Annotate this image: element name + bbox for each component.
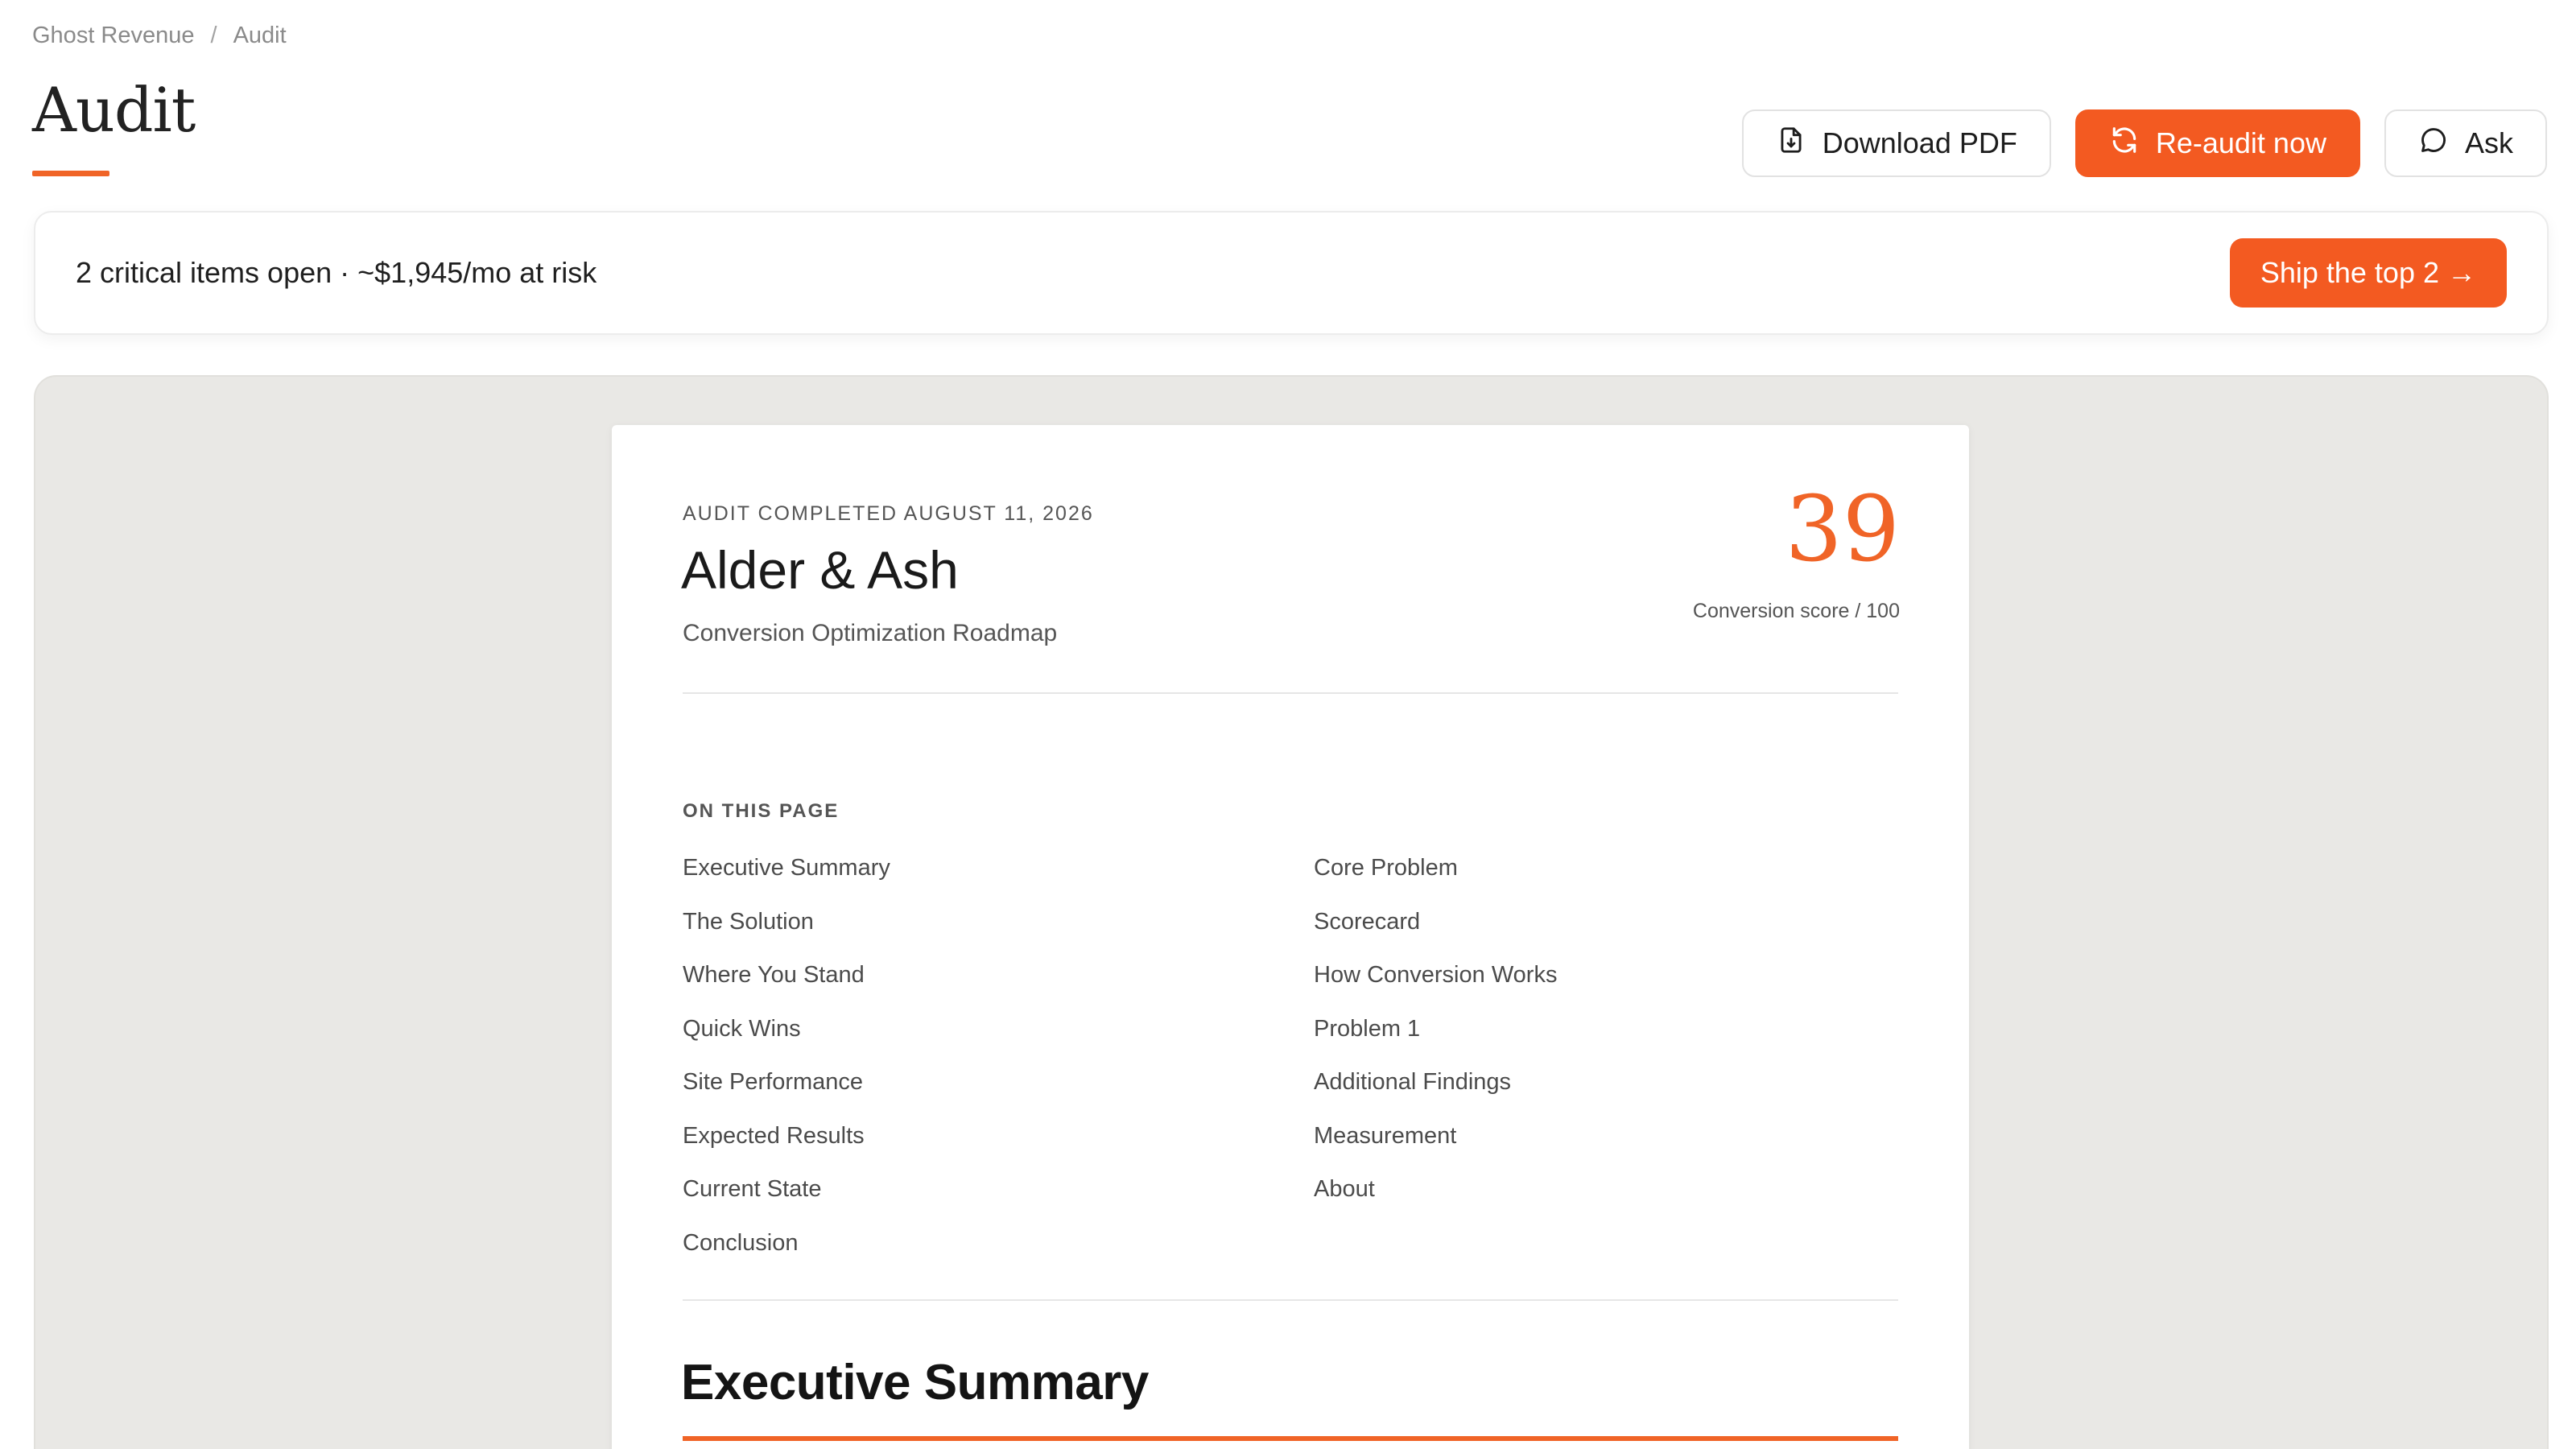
page-title: Audit: [32, 74, 196, 146]
breadcrumb-root-link[interactable]: Ghost Revenue: [32, 23, 195, 49]
refresh-icon: [2109, 125, 2140, 163]
section-underline: [683, 1436, 1898, 1441]
toc-link[interactable]: About: [1314, 1173, 1898, 1227]
conversion-score-caption: Conversion score / 100: [1692, 600, 1900, 622]
toc-link[interactable]: Additional Findings: [1314, 1066, 1898, 1120]
header-divider: [683, 692, 1898, 694]
toc-link[interactable]: Site Performance: [683, 1066, 1314, 1120]
toc-divider: [683, 1299, 1898, 1301]
title-underline: [32, 171, 109, 176]
toc-link[interactable]: Executive Summary: [683, 852, 1314, 906]
download-pdf-label: Download PDF: [1822, 126, 2017, 159]
reaudit-label: Re-audit now: [2155, 126, 2326, 159]
client-name: Alder & Ash: [681, 540, 959, 600]
file-download-icon: [1776, 125, 1806, 163]
toc-link[interactable]: Where You Stand: [683, 959, 1314, 1013]
chat-bubble-icon: [2418, 125, 2449, 163]
conversion-score-value: 39: [1785, 477, 1900, 582]
risk-alert-bar: 2 critical items open · ~$1,945/mo at ri…: [34, 211, 2549, 335]
toc-link[interactable]: Quick Wins: [683, 1013, 1314, 1067]
ship-top-button[interactable]: Ship the top 2 →: [2229, 238, 2507, 308]
toc-link[interactable]: Conclusion: [683, 1227, 1314, 1281]
audit-document: AUDIT COMPLETED AUGUST 11, 2026 Alder & …: [612, 425, 1969, 1449]
ask-label: Ask: [2464, 126, 2513, 159]
risk-alert-text: 2 critical items open · ~$1,945/mo at ri…: [76, 256, 597, 289]
section-heading: Executive Summary: [681, 1355, 1149, 1410]
toc-link[interactable]: The Solution: [683, 906, 1314, 960]
toc-link[interactable]: How Conversion Works: [1314, 959, 1898, 1013]
reaudit-button[interactable]: Re-audit now: [2074, 109, 2360, 177]
breadcrumb-separator: /: [210, 23, 217, 48]
audit-page: Ghost Revenue / Audit Audit Download PDF: [0, 0, 2576, 1449]
toc-link[interactable]: Expected Results: [683, 1120, 1314, 1174]
document-subtitle: Conversion Optimization Roadmap: [683, 620, 1058, 646]
toc-link[interactable]: Core Problem: [1314, 852, 1898, 906]
download-pdf-button[interactable]: Download PDF: [1741, 109, 2051, 177]
breadcrumb-current: Audit: [233, 23, 287, 48]
toc-link[interactable]: Scorecard: [1314, 906, 1898, 960]
toc-link[interactable]: Current State: [683, 1173, 1314, 1227]
ask-button[interactable]: Ask: [2384, 109, 2547, 177]
toc-label: ON THIS PAGE: [683, 800, 840, 822]
toc-link[interactable]: Problem 1: [1314, 1013, 1898, 1067]
table-of-contents: Executive Summary Core Problem The Solut…: [683, 852, 1898, 1280]
toc-link[interactable]: Measurement: [1314, 1120, 1898, 1174]
breadcrumb: Ghost Revenue / Audit: [32, 23, 287, 49]
header-actions: Download PDF Re-audit now Ask: [1741, 109, 2547, 177]
audit-date-eyebrow: AUDIT COMPLETED AUGUST 11, 2026: [683, 502, 1094, 525]
